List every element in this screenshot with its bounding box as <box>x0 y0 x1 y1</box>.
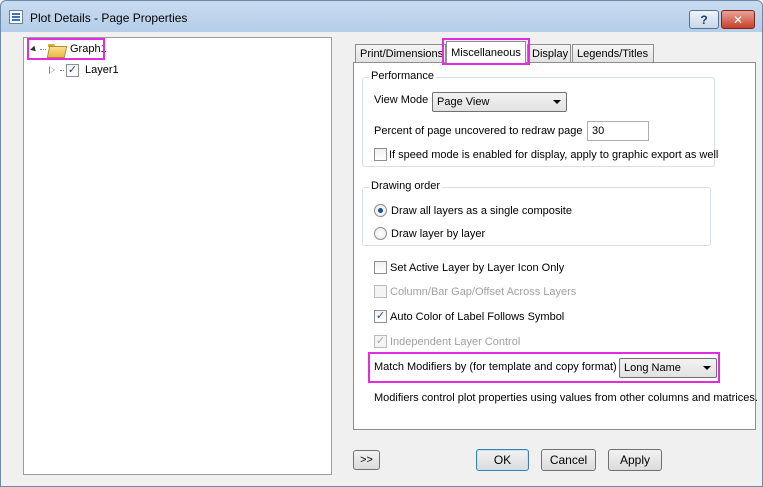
independent-layer-checkbox: ✓ <box>374 335 387 348</box>
draw-composite-option[interactable]: Draw all layers as a single composite <box>374 204 572 217</box>
modifiers-description: Modifiers control plot properties using … <box>374 392 758 404</box>
highlight-match-modifiers <box>368 352 720 383</box>
redraw-label: Percent of page uncovered to redraw page <box>374 125 583 137</box>
ok-button-label: OK <box>493 453 512 467</box>
active-layer-label: Set Active Layer by Layer Icon Only <box>390 261 565 274</box>
view-mode-label: View Mode <box>374 94 429 106</box>
collapsed-arrow-icon[interactable] <box>49 65 56 75</box>
draw-by-layer-label: Draw layer by layer <box>391 227 486 240</box>
tab-label: Display <box>532 48 569 60</box>
layer1-checkbox[interactable]: ✓ <box>66 63 79 77</box>
drawing-order-title: Drawing order <box>369 180 443 192</box>
tree-item-layer1[interactable]: ✓ Layer1 <box>49 62 119 78</box>
highlight-miscellaneous-tab <box>442 38 530 65</box>
highlight-graph1 <box>27 38 105 60</box>
tab-print-dimensions[interactable]: Print/Dimensions <box>355 44 446 63</box>
independent-layer-option: ✓ Independent Layer Control <box>374 335 520 348</box>
auto-color-label: Auto Color of Label Follows Symbol <box>390 310 565 323</box>
speed-mode-option[interactable]: If speed mode is enabled for display, ap… <box>374 148 718 161</box>
draw-by-layer-option[interactable]: Draw layer by layer <box>374 227 485 240</box>
redraw-percent-value: 30 <box>592 125 605 137</box>
apply-button[interactable]: Apply <box>608 449 662 471</box>
gap-offset-label: Column/Bar Gap/Offset Across Layers <box>390 285 577 298</box>
active-layer-option[interactable]: Set Active Layer by Layer Icon Only <box>374 261 564 274</box>
view-mode-value: Page View <box>437 96 490 108</box>
tree-connector <box>60 69 64 71</box>
expand-button-label: >> <box>360 454 373 466</box>
draw-composite-label: Draw all layers as a single composite <box>391 204 572 217</box>
tab-label: Legends/Titles <box>577 48 649 60</box>
speed-mode-checkbox[interactable] <box>374 148 387 161</box>
draw-by-layer-radio[interactable] <box>374 227 387 240</box>
expand-button[interactable]: >> <box>353 450 380 470</box>
draw-composite-radio[interactable] <box>374 204 387 217</box>
speed-mode-label: If speed mode is enabled for display, ap… <box>389 148 719 161</box>
app-icon <box>9 10 23 24</box>
help-button[interactable]: ? <box>689 10 719 29</box>
active-layer-checkbox[interactable] <box>374 261 387 274</box>
title-bar: Plot Details - Page Properties ? ✕ <box>1 1 762 33</box>
cancel-button-label: Cancel <box>549 453 588 467</box>
auto-color-checkbox[interactable]: ✓ <box>374 310 387 323</box>
tree-panel: Graph1 ✓ Layer1 <box>23 37 332 475</box>
ok-button[interactable]: OK <box>476 449 529 471</box>
tab-display[interactable]: Display <box>527 44 571 63</box>
close-button[interactable]: ✕ <box>721 10 755 29</box>
chevron-down-icon <box>553 100 561 104</box>
view-mode-dropdown[interactable]: Page View <box>432 92 567 112</box>
apply-button-label: Apply <box>619 453 651 467</box>
performance-group-title: Performance <box>369 70 436 82</box>
gap-offset-option: Column/Bar Gap/Offset Across Layers <box>374 285 576 298</box>
auto-color-option[interactable]: ✓ Auto Color of Label Follows Symbol <box>374 310 564 323</box>
window-title: Plot Details - Page Properties <box>30 11 188 25</box>
tab-legends-titles[interactable]: Legends/Titles <box>572 44 654 63</box>
independent-layer-label: Independent Layer Control <box>390 335 521 348</box>
tree-item-label: Layer1 <box>85 64 119 76</box>
cancel-button[interactable]: Cancel <box>541 449 596 471</box>
tab-label: Print/Dimensions <box>360 48 444 60</box>
redraw-percent-input[interactable]: 30 <box>587 121 649 141</box>
gap-offset-checkbox <box>374 285 387 298</box>
